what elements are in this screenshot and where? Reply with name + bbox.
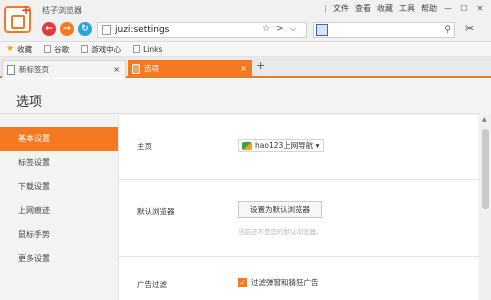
bookmarks-bar: ★ 收藏 谷歌 游戏中心 Links <box>0 42 491 57</box>
page-icon <box>7 65 15 75</box>
sidebar-item-history[interactable]: 上网痕迹 <box>0 199 118 223</box>
ad-filter-checkbox[interactable]: ✓ 过滤弹窗和猜狂广告 <box>238 277 319 288</box>
settings-page: 选项 基本设置 标签设置 下载设置 上网痕迹 鼠标手势 更多设置 主页 hao1… <box>0 79 491 300</box>
hao123-icon <box>242 142 252 150</box>
menu-file[interactable]: 文件 <box>333 3 349 14</box>
default-browser-section: 默认浏览器 设置为默认浏览器 当前还不是您的默认浏览器。 <box>119 180 479 257</box>
folder-icon <box>133 45 141 53</box>
search-engine-icon[interactable] <box>316 24 328 36</box>
settings-sidebar: 基本设置 标签设置 下载设置 上网痕迹 鼠标手势 更多设置 <box>0 127 118 271</box>
maximize-button[interactable]: ☐ <box>459 4 469 13</box>
search-box[interactable]: ⚲ <box>313 22 455 38</box>
forward-button[interactable]: → <box>60 22 74 36</box>
sidebar-item-more[interactable]: 更多设置 <box>0 247 118 271</box>
sidebar-item-basic[interactable]: 基本设置 <box>0 127 118 151</box>
check-icon: ✓ <box>238 278 247 287</box>
ad-filter-section: 广告过滤 ✓ 过滤弹窗和猜狂广告 <box>119 257 479 300</box>
page-title: 选项 <box>16 95 43 110</box>
browser-toolbar: + 桔子浏览器 | 文件 查看 收藏 工具 帮助 — ☐ ✕ ← → ↻ juz… <box>0 0 491 42</box>
sidebar-item-tabs[interactable]: 标签设置 <box>0 151 118 175</box>
page-icon <box>102 25 111 35</box>
settings-page-icon <box>132 64 140 74</box>
menu-tools[interactable]: 工具 <box>399 3 415 14</box>
tab-close-icon[interactable]: × <box>113 61 120 79</box>
back-button[interactable]: ← <box>42 22 56 36</box>
set-default-browser-button[interactable]: 设置为默认浏览器 <box>238 201 322 218</box>
scissors-icon[interactable]: ✂ <box>465 22 474 35</box>
address-actions: ☆ > ⌵ <box>262 24 296 34</box>
app-title: 桔子浏览器 <box>42 6 82 15</box>
default-browser-label: 默认浏览器 <box>137 207 175 216</box>
scroll-thumb[interactable] <box>482 129 489 209</box>
menu-view[interactable]: 查看 <box>355 3 371 14</box>
sidebar-item-mouse-gestures[interactable]: 鼠标手势 <box>0 223 118 247</box>
menu-favorites[interactable]: 收藏 <box>377 3 393 14</box>
refresh-button[interactable]: ↻ <box>78 22 92 36</box>
tab-close-icon[interactable]: × <box>240 60 247 78</box>
go-button[interactable]: > <box>276 24 284 34</box>
star-icon: ★ <box>6 44 15 54</box>
homepage-label: 主页 <box>137 142 152 151</box>
new-tab-button[interactable]: + <box>256 59 265 72</box>
tab-options[interactable]: 选项 × <box>128 60 252 78</box>
ad-filter-label: 广告过滤 <box>137 280 167 289</box>
browser-logo[interactable]: + <box>4 3 31 33</box>
minimize-button[interactable]: — <box>443 4 453 13</box>
bookmark-game-center[interactable]: 游戏中心 <box>81 44 121 55</box>
tab-bar: 新标签页 × 选项 × + <box>0 57 491 78</box>
homepage-section: 主页 hao123上网导航 ▾ <box>119 115 479 180</box>
settings-content: 主页 hao123上网导航 ▾ 默认浏览器 设置为默认浏览器 当前还不是您的默认… <box>118 115 479 300</box>
bookmark-links[interactable]: Links <box>133 45 162 54</box>
homepage-select[interactable]: hao123上网导航 ▾ <box>238 139 325 152</box>
tab-new-tab[interactable]: 新标签页 × <box>2 60 126 78</box>
divider <box>0 113 480 114</box>
page-icon <box>44 45 52 53</box>
search-icon[interactable]: ⚲ <box>444 25 451 35</box>
bookmark-favorites[interactable]: ★ 收藏 <box>6 44 32 55</box>
plus-icon: + <box>20 3 31 17</box>
menu-help[interactable]: 帮助 <box>421 3 437 14</box>
default-browser-hint: 当前还不是您的默认浏览器。 <box>238 228 323 236</box>
chevron-down-icon: ▾ <box>315 141 320 150</box>
top-menu: | 文件 查看 收藏 工具 帮助 — ☐ ✕ <box>324 3 485 14</box>
sidebar-item-download[interactable]: 下载设置 <box>0 175 118 199</box>
scroll-up-icon[interactable]: ▲ <box>482 116 487 123</box>
close-window-button[interactable]: ✕ <box>475 4 485 13</box>
bookmark-google[interactable]: 谷歌 <box>44 44 69 55</box>
address-dropdown-icon[interactable]: ⌵ <box>290 24 297 34</box>
game-icon <box>81 45 89 53</box>
bookmark-star-icon[interactable]: ☆ <box>262 24 270 34</box>
scrollbar[interactable]: ▲ <box>480 115 491 300</box>
menu-separator: | <box>324 4 327 13</box>
